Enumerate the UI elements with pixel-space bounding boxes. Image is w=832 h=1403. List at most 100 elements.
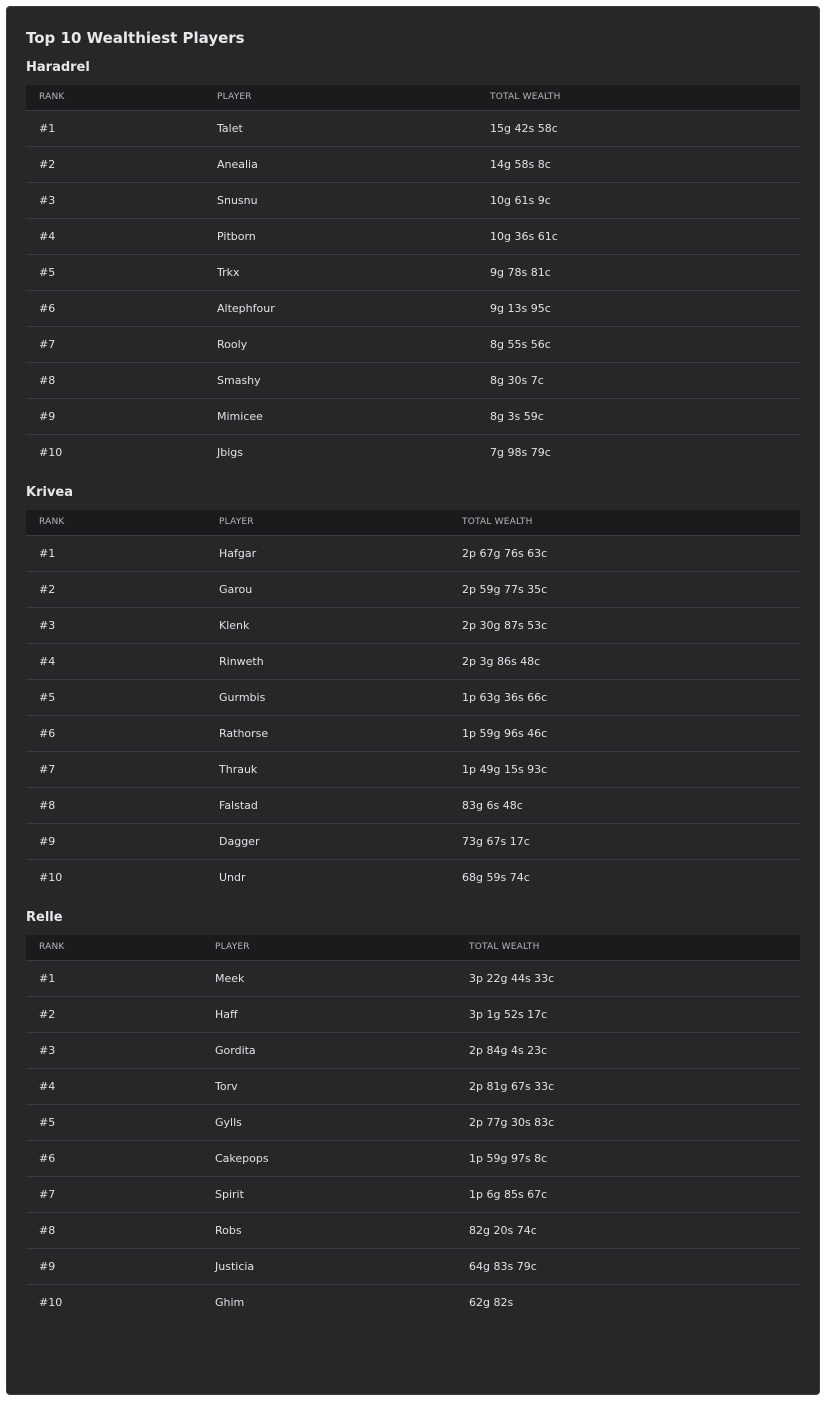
table-row: #2 Garou 2p 59g 77s 35c xyxy=(26,571,800,608)
rank-cell: #5 xyxy=(26,254,204,291)
table-row: #4 Rinweth 2p 3g 86s 48c xyxy=(26,643,800,680)
rank-cell: #6 xyxy=(26,715,206,752)
player-name-cell: Pitborn xyxy=(204,218,477,255)
player-name-cell: Trkx xyxy=(204,254,477,291)
rank-cell: #10 xyxy=(39,445,63,459)
player-name-cell: Gylls xyxy=(202,1104,456,1141)
rank-cell: #9 xyxy=(26,398,204,435)
wealth-table: RANK PLAYER TOTAL WEALTH #1 Talet 15g 42s 58c… xyxy=(26,85,800,470)
total-wealth-cell: 14g 58s 8c xyxy=(477,146,800,183)
total-wealth-cell: 8g 55s 56c xyxy=(477,326,800,363)
table-row: #8 Smashy 8g 30s 7c xyxy=(26,362,800,399)
player-name-cell: Snusnu xyxy=(204,182,477,219)
player-name-cell: Mimicee xyxy=(204,398,477,435)
total-wealth-cell: 2p 59g 77s 35c xyxy=(449,571,800,608)
total-wealth-cell: 10g 61s 9c xyxy=(477,182,800,219)
leaderboard-panel: Top 10 Wealthiest Players Haradrel RANK PL… xyxy=(6,6,820,1395)
rank-cell: #2 xyxy=(26,996,202,1033)
total-wealth-cell: 7g 98s 79c xyxy=(490,445,551,459)
total-wealth-cell: 8g 30s 7c xyxy=(477,362,800,399)
table-header-row: RANK PLAYER TOTAL WEALTH xyxy=(26,935,800,961)
player-column-header: PLAYER xyxy=(204,85,477,111)
player-name-cell: Haff xyxy=(202,996,456,1033)
player-name-cell: Talet xyxy=(204,110,477,147)
table-row: #5 Trkx 9g 78s 81c xyxy=(26,254,800,291)
player-name-cell: Torv xyxy=(202,1068,456,1105)
total-wealth-cell: 64g 83s 79c xyxy=(456,1248,800,1285)
total-wealth-cell: 3p 22g 44s 33c xyxy=(456,960,800,997)
table-row: #6 Cakepops 1p 59g 97s 8c xyxy=(26,1140,800,1177)
rank-cell: #5 xyxy=(26,679,206,716)
wealth-table: RANK PLAYER TOTAL WEALTH #1 Hafgar 2p 67g 76s… xyxy=(26,510,800,895)
rank-cell: #8 xyxy=(26,787,206,824)
player-name-cell: Meek xyxy=(202,960,456,997)
player-name-cell: Dagger xyxy=(206,823,449,860)
table-row: #1 Talet 15g 42s 58c xyxy=(26,110,800,147)
total-wealth-cell: 9g 13s 95c xyxy=(477,290,800,327)
player-name-cell: Cakepops xyxy=(202,1140,456,1177)
realm-title: Relle xyxy=(26,910,63,925)
table-row: #3 Klenk 2p 30g 87s 53c xyxy=(26,607,800,644)
total-wealth-cell: 2p 67g 76s 63c xyxy=(449,535,800,572)
total-wealth-cell: 2p 30g 87s 53c xyxy=(449,607,800,644)
table-row: #4 Torv 2p 81g 67s 33c xyxy=(26,1068,800,1105)
realm-section-relle: Relle RANK PLAYER TOTAL WEALTH #1 Meek 3p 22g … xyxy=(26,908,800,1320)
table-row: #7 Spirit 1p 6g 85s 67c xyxy=(26,1176,800,1213)
player-name-cell: Altephfour xyxy=(204,290,477,327)
player-column-header: PLAYER xyxy=(202,935,456,961)
table-row: #10 Ghim 62g 82s xyxy=(26,1284,800,1320)
total-wealth-cell: 10g 36s 61c xyxy=(477,218,800,255)
table-header-row: RANK PLAYER TOTAL WEALTH xyxy=(26,85,800,111)
player-name-cell: Garou xyxy=(206,571,449,608)
total-wealth-cell: 1p 49g 15s 93c xyxy=(449,751,800,788)
table-row: #8 Falstad 83g 6s 48c xyxy=(26,787,800,824)
rank-column-header: RANK xyxy=(26,935,202,961)
realm-section-krivea: Krivea RANK PLAYER TOTAL WEALTH #1 Hafgar 2p 6… xyxy=(26,483,800,895)
rank-cell: #3 xyxy=(26,607,206,644)
player-name-cell: Rinweth xyxy=(206,643,449,680)
rank-cell: #3 xyxy=(26,1032,202,1069)
rank-cell: #9 xyxy=(26,823,206,860)
total-wealth-cell: 1p 59g 96s 46c xyxy=(449,715,800,752)
player-name-cell: Undr xyxy=(219,870,246,884)
rank-cell: #2 xyxy=(26,571,206,608)
player-name-cell: Falstad xyxy=(206,787,449,824)
page-title: Top 10 Wealthiest Players xyxy=(26,29,245,47)
total-wealth-cell: 83g 6s 48c xyxy=(449,787,800,824)
wealth-column-header: TOTAL WEALTH xyxy=(449,510,800,536)
total-wealth-cell: 15g 42s 58c xyxy=(477,110,800,147)
table-row: #5 Gurmbis 1p 63g 36s 66c xyxy=(26,679,800,716)
rank-cell: #10 xyxy=(39,1295,63,1309)
total-wealth-cell: 3p 1g 52s 17c xyxy=(456,996,800,1033)
player-name-cell: Ghim xyxy=(215,1295,245,1309)
rank-cell: #5 xyxy=(26,1104,202,1141)
table-row: #7 Thrauk 1p 49g 15s 93c xyxy=(26,751,800,788)
player-name-cell: Robs xyxy=(202,1212,456,1249)
player-name-cell: Rathorse xyxy=(206,715,449,752)
total-wealth-cell: 2p 3g 86s 48c xyxy=(449,643,800,680)
rank-cell: #6 xyxy=(26,290,204,327)
table-row: #4 Pitborn 10g 36s 61c xyxy=(26,218,800,255)
table-row: #1 Hafgar 2p 67g 76s 63c xyxy=(26,535,800,572)
rank-cell: #8 xyxy=(26,362,204,399)
rank-cell: #7 xyxy=(26,1176,202,1213)
rank-cell: #4 xyxy=(26,1068,202,1105)
player-name-cell: Spirit xyxy=(202,1176,456,1213)
rank-cell: #6 xyxy=(26,1140,202,1177)
table-row: #9 Mimicee 8g 3s 59c xyxy=(26,398,800,435)
rank-cell: #3 xyxy=(26,182,204,219)
realm-title: Haradrel xyxy=(26,60,90,75)
rank-column-header: RANK xyxy=(26,85,204,111)
rank-cell: #2 xyxy=(26,146,204,183)
rank-cell: #4 xyxy=(26,643,206,680)
total-wealth-cell: 1p 63g 36s 66c xyxy=(449,679,800,716)
wealth-column-header: TOTAL WEALTH xyxy=(456,935,800,961)
player-name-cell: Justicia xyxy=(202,1248,456,1285)
table-header-row: RANK PLAYER TOTAL WEALTH xyxy=(26,510,800,536)
table-row: #10 Jbigs 7g 98s 79c xyxy=(26,434,800,470)
player-name-cell: Rooly xyxy=(204,326,477,363)
table-row: #8 Robs 82g 20s 74c xyxy=(26,1212,800,1249)
rank-cell: #1 xyxy=(26,535,206,572)
realm-section-haradrel: Haradrel RANK PLAYER TOTAL WEALTH #1 Talet 15g… xyxy=(26,58,800,470)
total-wealth-cell: 2p 81g 67s 33c xyxy=(456,1068,800,1105)
